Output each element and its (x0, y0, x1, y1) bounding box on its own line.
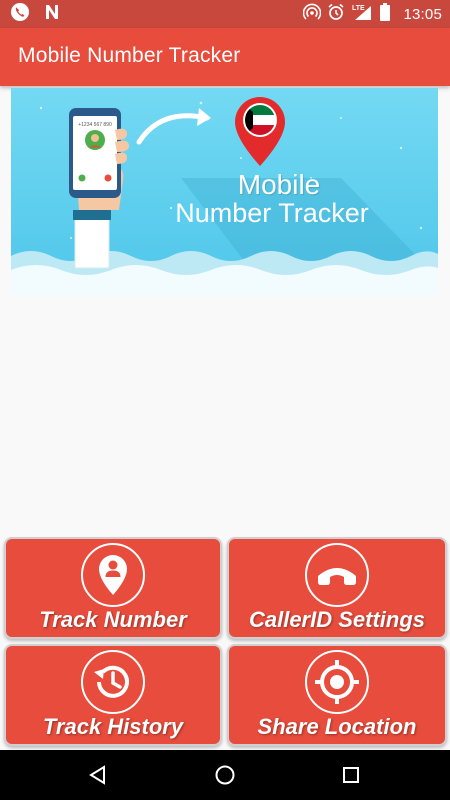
system-nav-bar (0, 750, 450, 800)
back-icon[interactable] (68, 750, 128, 800)
share-location-label: Share Location (257, 714, 417, 739)
banner-image: +1234 567 890 Mobile Number Tracker (11, 88, 438, 296)
callerid-settings-button[interactable]: CallerID Settings (227, 537, 447, 639)
share-location-button[interactable]: Share Location (227, 644, 447, 746)
app-toolbar: Mobile Number Tracker (0, 28, 450, 86)
network-label: LTE (352, 5, 365, 12)
battery-icon (379, 2, 391, 26)
status-clock: 13:05 (403, 5, 442, 23)
banner-line1: Mobile (238, 169, 320, 200)
status-bar: LTE 13:05 (0, 0, 450, 28)
location-person-icon (81, 543, 145, 607)
home-icon[interactable] (195, 750, 255, 800)
recents-icon[interactable] (321, 750, 381, 800)
hotspot-icon (303, 3, 322, 26)
callerid-settings-label: CallerID Settings (248, 607, 426, 632)
alarm-icon (327, 3, 345, 26)
banner-line2: Number Tracker (175, 198, 369, 228)
track-history-button[interactable]: Track History (4, 644, 222, 746)
track-number-button[interactable]: Track Number (4, 537, 222, 639)
track-number-label: Track Number (39, 607, 187, 632)
history-icon (81, 650, 145, 714)
track-history-label: Track History (42, 714, 184, 739)
lte-signal-icon: LTE (351, 3, 373, 26)
n-notification-icon (44, 4, 60, 25)
crosshair-icon (305, 650, 369, 714)
app-title: Mobile Number Tracker (18, 44, 241, 67)
phone-screen-text: +1234 567 890 (78, 122, 112, 128)
phone-handset-icon (305, 543, 369, 607)
phone-call-icon (10, 2, 30, 27)
